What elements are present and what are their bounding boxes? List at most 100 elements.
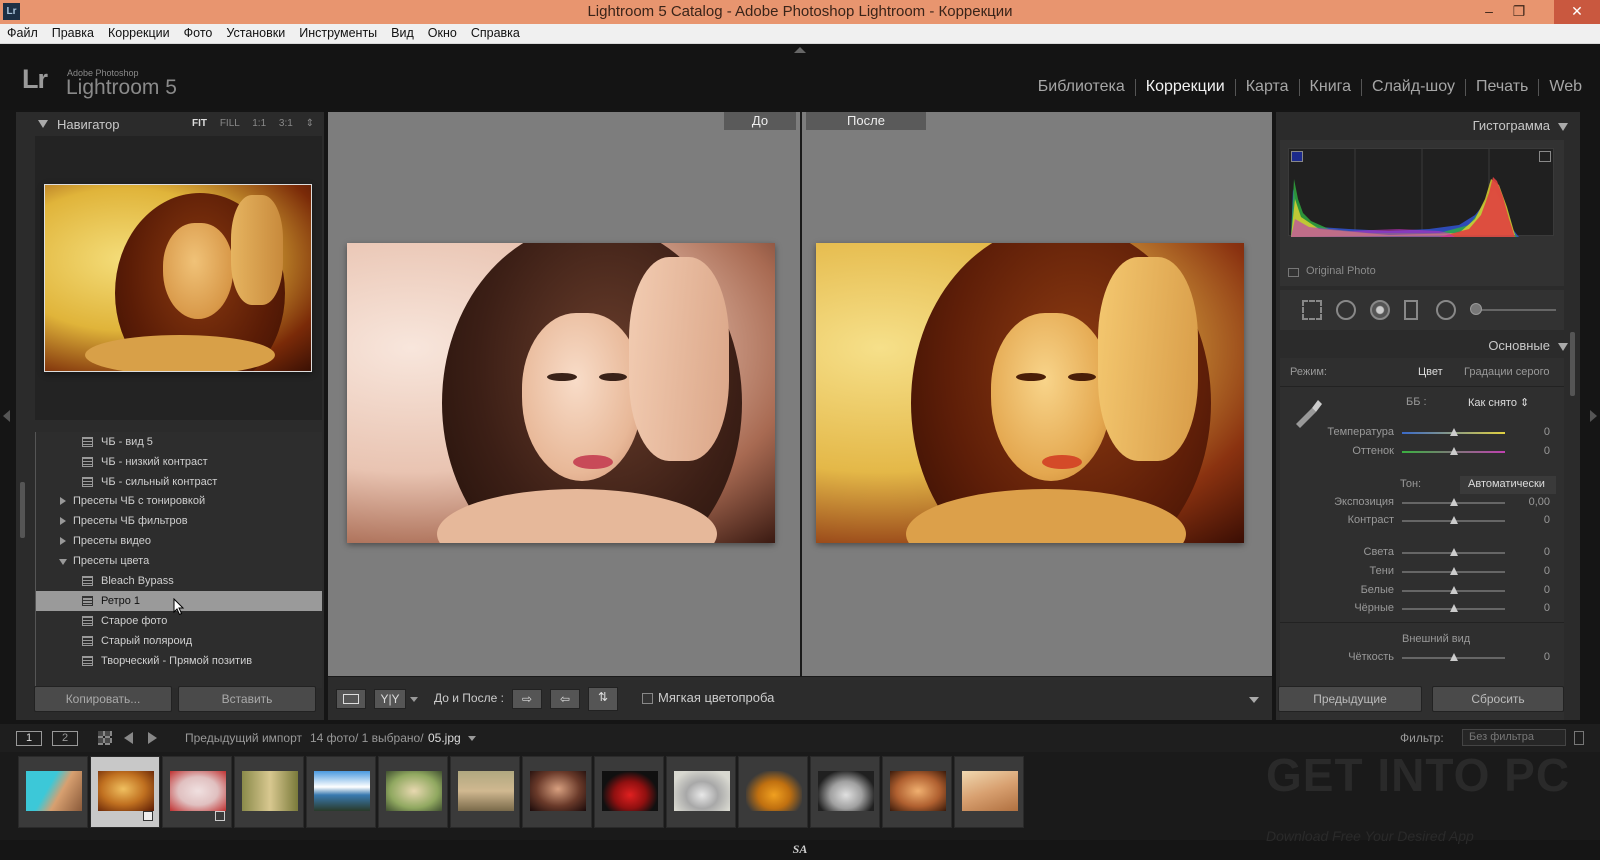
copy-after-to-before-icon[interactable]: ⇦	[550, 689, 580, 709]
collapse-triangle-icon[interactable]	[1558, 122, 1568, 131]
highlights-value[interactable]: 0	[1544, 546, 1550, 558]
whites-slider[interactable]	[1402, 586, 1505, 594]
zoom-stepper-icon[interactable]: ⇕	[306, 118, 314, 129]
contrast-value[interactable]: 0	[1544, 514, 1550, 526]
temperature-slider[interactable]	[1402, 428, 1505, 436]
crop-icon[interactable]	[1302, 300, 1322, 320]
menu-window[interactable]: Окно	[421, 24, 464, 43]
blacks-value[interactable]: 0	[1544, 602, 1550, 614]
tint-value[interactable]: 0	[1544, 445, 1550, 457]
module-print[interactable]: Печать	[1466, 78, 1538, 96]
preset-item[interactable]: Bleach Bypass	[35, 571, 322, 591]
preset-folder[interactable]: Пресеты ЧБ фильтров	[35, 511, 322, 531]
filmstrip-thumb[interactable]	[594, 756, 664, 828]
highlight-clipping-icon[interactable]	[1539, 151, 1551, 162]
module-library[interactable]: Библиотека	[1028, 78, 1135, 96]
navigator-header[interactable]: Навигатор FIT FILL 1:1 3:1 ⇕	[16, 112, 324, 136]
filmstrip-thumb[interactable]	[378, 756, 448, 828]
module-slideshow[interactable]: Слайд-шоу	[1362, 78, 1465, 96]
preset-folder[interactable]: Пресеты цвета	[35, 551, 322, 571]
exposure-slider[interactable]	[1402, 498, 1505, 506]
blacks-slider[interactable]	[1402, 604, 1505, 612]
collapse-triangle-icon[interactable]	[38, 120, 48, 128]
navigator-thumbnail[interactable]	[44, 184, 312, 372]
preset-item[interactable]: ЧБ - сильный контраст	[35, 472, 322, 492]
back-arrow-icon[interactable]	[124, 732, 133, 744]
adjustment-brush-icon[interactable]	[1470, 303, 1482, 315]
filmstrip-thumb-selected[interactable]	[90, 756, 160, 828]
paste-button[interactable]: Вставить	[178, 686, 316, 712]
module-book[interactable]: Книга	[1300, 78, 1361, 96]
red-eye-icon[interactable]	[1370, 300, 1390, 320]
before-pane[interactable]: До	[328, 112, 800, 676]
secondary-display-button[interactable]: 2	[52, 731, 78, 746]
filmstrip-thumb[interactable]	[810, 756, 880, 828]
zoom-3-1[interactable]: 3:1	[279, 118, 293, 129]
temperature-value[interactable]: 0	[1544, 426, 1550, 438]
filmstrip-thumb[interactable]	[738, 756, 808, 828]
menu-help[interactable]: Справка	[464, 24, 527, 43]
preset-item[interactable]: ЧБ - низкий контраст	[35, 452, 322, 472]
filmstrip-source[interactable]: Предыдущий импорт	[185, 731, 302, 745]
preset-item[interactable]: Старый поляроид	[35, 631, 322, 651]
restore-button[interactable]: ❐	[1504, 0, 1534, 24]
filmstrip-thumb[interactable]	[234, 756, 304, 828]
previous-button[interactable]: Предыдущие	[1278, 686, 1422, 712]
tint-slider[interactable]	[1402, 447, 1505, 455]
preset-folder[interactable]: Пресеты ЧБ с тонировкой	[35, 491, 322, 511]
filmstrip-thumb[interactable]	[882, 756, 952, 828]
filmstrip-thumb[interactable]	[954, 756, 1024, 828]
expand-triangle-icon[interactable]	[60, 497, 66, 505]
filter-select[interactable]: Без фильтра	[1462, 729, 1566, 746]
filter-lock-icon[interactable]	[1574, 731, 1584, 745]
contrast-slider[interactable]	[1402, 516, 1505, 524]
module-map[interactable]: Карта	[1236, 78, 1299, 96]
zoom-1-1[interactable]: 1:1	[252, 118, 266, 129]
preset-item[interactable]: Творческий - Прямой позитив	[35, 651, 322, 671]
close-button[interactable]: ✕	[1554, 0, 1600, 24]
zoom-fill[interactable]: FILL	[220, 118, 240, 129]
left-panel-toggle-icon[interactable]	[3, 410, 10, 422]
zoom-fit[interactable]: FIT	[192, 118, 207, 129]
preset-folder[interactable]: Пресеты видео	[35, 531, 322, 551]
highlights-slider[interactable]	[1402, 548, 1505, 556]
grid-view-icon[interactable]	[98, 731, 112, 745]
preset-item[interactable]: ЧБ - вид 5	[35, 432, 322, 452]
menu-tools[interactable]: Инструменты	[292, 24, 384, 43]
view-dropdown-icon[interactable]	[410, 697, 418, 702]
shadows-value[interactable]: 0	[1544, 565, 1550, 577]
right-panel-scrollbar[interactable]	[1570, 332, 1575, 396]
left-panel-scrollbar[interactable]	[20, 482, 25, 538]
mode-color-option[interactable]: Цвет	[1418, 366, 1443, 378]
clarity-slider[interactable]	[1402, 653, 1505, 661]
clarity-value[interactable]: 0	[1544, 651, 1550, 663]
graduated-filter-icon[interactable]	[1404, 300, 1418, 320]
filmstrip-thumb[interactable]	[162, 756, 232, 828]
right-panel-toggle-icon[interactable]	[1590, 410, 1597, 422]
primary-display-button[interactable]: 1	[16, 731, 42, 746]
exposure-value[interactable]: 0,00	[1529, 496, 1550, 508]
copy-button[interactable]: Копировать...	[34, 686, 172, 712]
wb-preset-dropdown[interactable]: Как снято ⇕	[1468, 396, 1529, 409]
basic-header[interactable]: Основные	[1488, 338, 1568, 353]
shadow-clipping-icon[interactable]	[1291, 151, 1303, 162]
module-web[interactable]: Web	[1539, 78, 1592, 96]
menu-develop[interactable]: Коррекции	[101, 24, 177, 43]
toolbar-menu-icon[interactable]	[1249, 697, 1259, 703]
histogram-header[interactable]: Гистограмма	[1473, 118, 1568, 133]
soft-proof-checkbox[interactable]	[642, 693, 653, 704]
before-after-yy-button[interactable]: Y|Y	[374, 689, 406, 709]
preset-item-selected[interactable]: Ретро 1	[35, 591, 322, 616]
brush-slider[interactable]	[1470, 303, 1556, 315]
after-pane[interactable]: После	[802, 112, 1272, 676]
mode-grayscale-option[interactable]: Градации серого	[1464, 366, 1550, 378]
selected-filename[interactable]: 05.jpg	[428, 731, 461, 745]
module-develop[interactable]: Коррекции	[1136, 78, 1235, 96]
spot-removal-icon[interactable]	[1336, 300, 1356, 320]
menu-view[interactable]: Вид	[384, 24, 421, 43]
copy-before-to-after-icon[interactable]: ⇨	[512, 689, 542, 709]
menu-file[interactable]: Файл	[0, 24, 45, 43]
shadows-slider[interactable]	[1402, 567, 1505, 575]
filmstrip-thumb[interactable]	[306, 756, 376, 828]
filmstrip-thumb[interactable]	[18, 756, 88, 828]
